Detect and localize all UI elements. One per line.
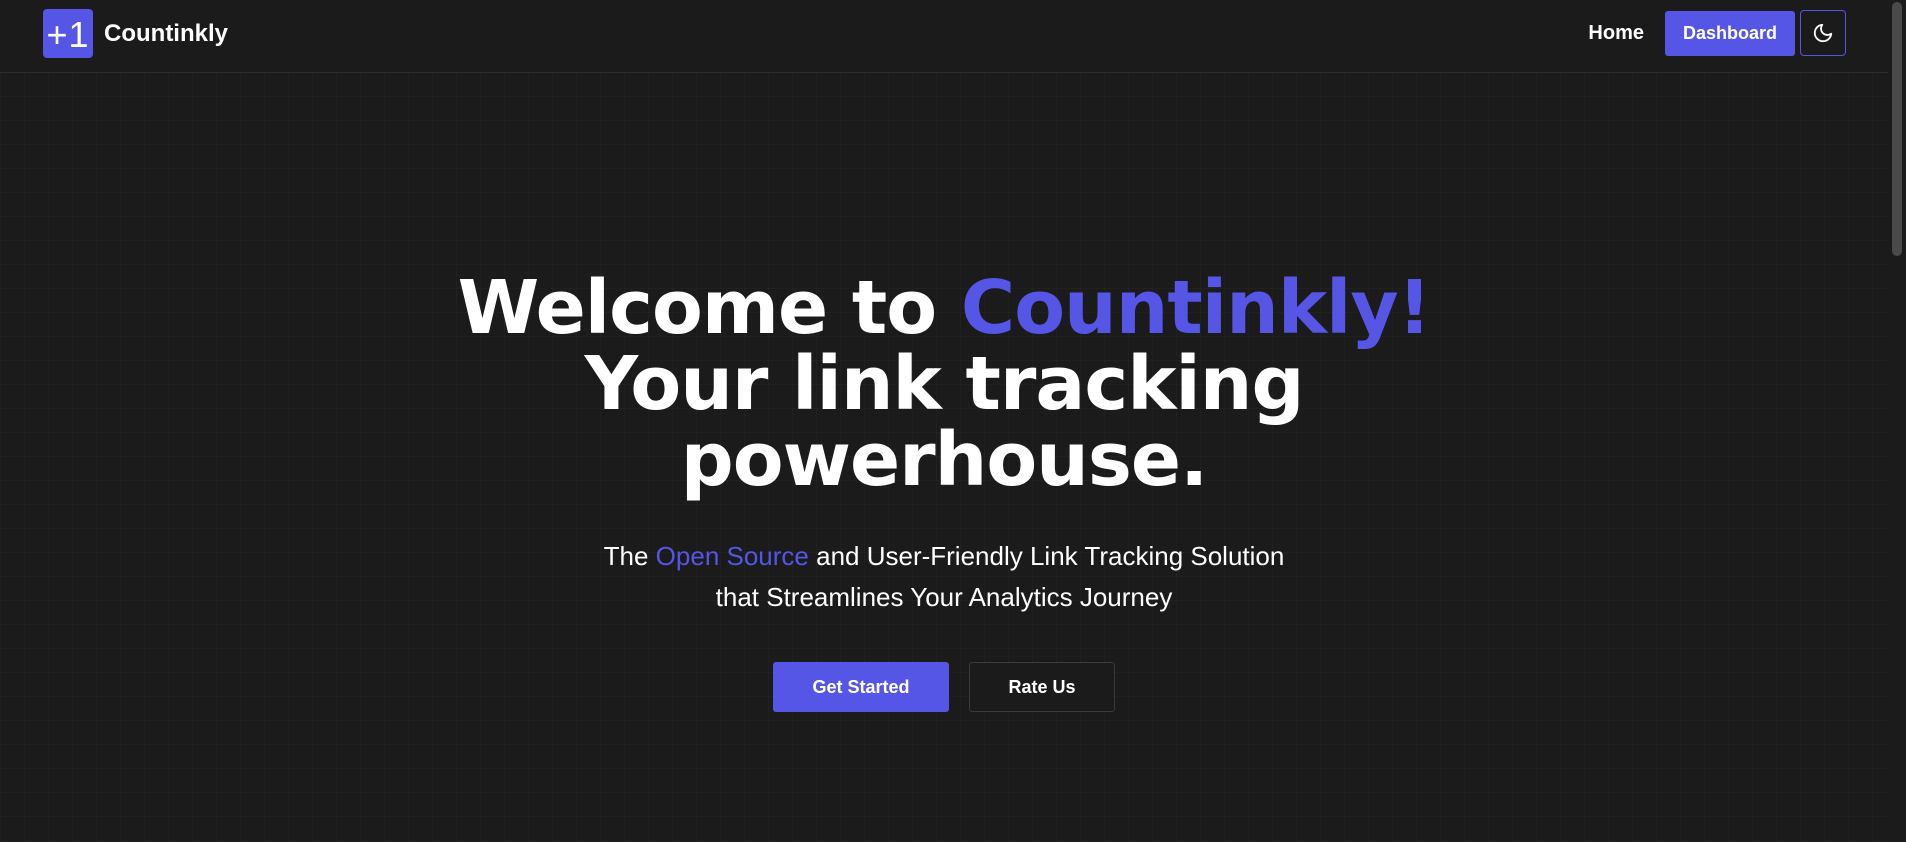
logo-text: +1 (46, 13, 90, 55)
rate-us-label: Rate Us (1008, 676, 1076, 697)
nav-actions: Home Dashboard (1588, 10, 1846, 56)
scrollbar-thumb[interactable] (1892, 2, 1902, 256)
hero-actions: Get Started Rate Us (0, 662, 1888, 712)
dashboard-button-label: Dashboard (1682, 22, 1778, 43)
hero-title: Welcome to Countinkly! Your link trackin… (0, 270, 1888, 498)
logo-icon: +1 (43, 9, 93, 58)
moon-icon (1813, 23, 1833, 43)
landing-page: +1 Countinkly Home Dashboard Welcome to … (0, 0, 1906, 842)
dashboard-button[interactable]: Dashboard (1665, 10, 1795, 56)
hero-subtitle: The Open Source and User-Friendly Link T… (0, 536, 1888, 618)
hero-title-brand: Countinkly! (960, 265, 1431, 351)
vertical-scrollbar[interactable] (1888, 0, 1906, 842)
nav-home-link[interactable]: Home (1588, 22, 1644, 45)
hero-title-line2: Your link tracking (584, 341, 1305, 427)
brand-name: Countinkly (104, 19, 228, 47)
rate-us-button[interactable]: Rate Us (969, 662, 1115, 712)
hero-subtitle-line2: that Streamlines Your Analytics Journey (715, 582, 1173, 612)
brand-link[interactable]: +1 Countinkly (43, 9, 228, 58)
hero-title-line1-prefix: Welcome to (457, 265, 961, 351)
theme-toggle-button[interactable] (1800, 10, 1846, 56)
top-navbar: +1 Countinkly Home Dashboard (0, 0, 1888, 73)
get-started-label: Get Started (812, 676, 910, 697)
hero-subtitle-prefix: The (603, 541, 656, 571)
hero-subtitle-accent: Open Source (655, 541, 809, 571)
get-started-button[interactable]: Get Started (773, 662, 949, 712)
hero-section: Welcome to Countinkly! Your link trackin… (0, 270, 1888, 712)
hero-title-line3: powerhouse. (680, 417, 1208, 503)
hero-subtitle-line1-suffix: and User-Friendly Link Tracking Solution (808, 541, 1285, 571)
